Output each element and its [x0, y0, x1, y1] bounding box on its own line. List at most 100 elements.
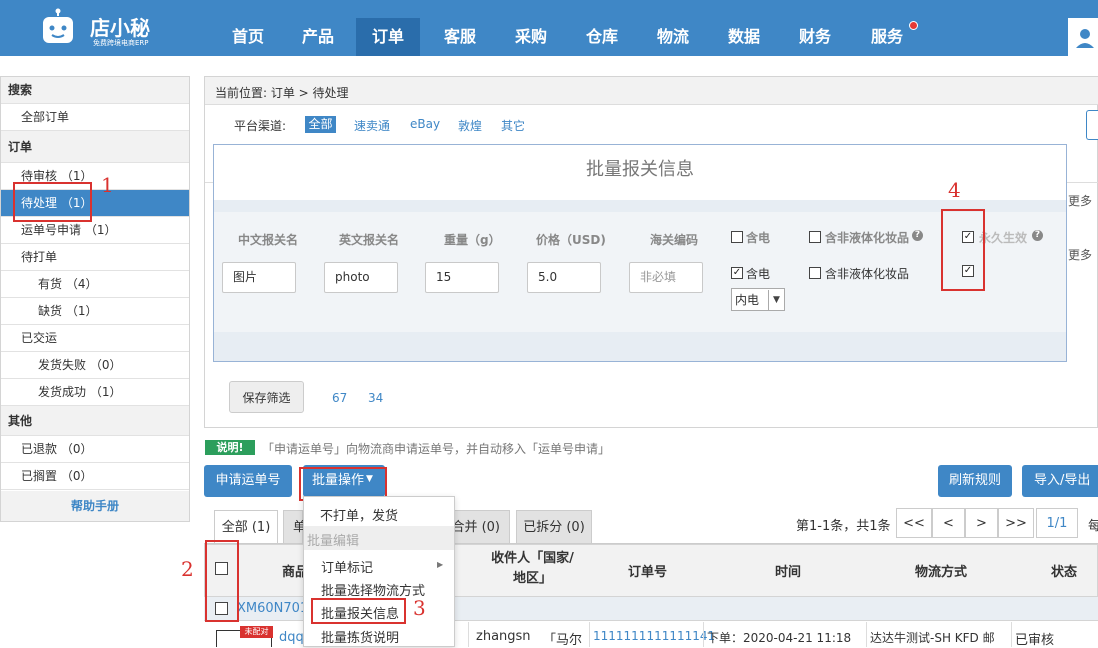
page-indicator[interactable]: 1/1 [1036, 508, 1078, 538]
header-en-name: 英文报关名 [339, 233, 400, 247]
header-hs-code: 海关编码 [650, 233, 699, 247]
help-icon[interactable]: ? [912, 230, 923, 241]
platform-option-other[interactable]: 其它 [501, 117, 525, 134]
weight-input[interactable]: 15 [425, 262, 499, 293]
divider [205, 182, 213, 183]
header-permanent: 永久生效 [979, 231, 1028, 245]
header-cn-name: 中文报关名 [238, 233, 299, 247]
nav-home[interactable]: 首页 [216, 18, 280, 56]
battery-type-value: 内电 [735, 293, 760, 307]
header-battery: 含电 [746, 231, 771, 245]
annotation-box-2 [205, 540, 239, 622]
sidebar-item-to-print[interactable]: 待打单 [1, 244, 189, 271]
logo-robot-icon[interactable] [40, 8, 76, 46]
help-icon[interactable]: ? [1032, 230, 1043, 241]
liquid-checkbox[interactable] [809, 267, 821, 279]
en-name-input[interactable]: photo [324, 262, 398, 293]
user-avatar-button[interactable] [1068, 18, 1098, 56]
page-prev-button[interactable]: < [932, 508, 965, 538]
sidebar-item-all-orders[interactable]: 全部订单 [1, 104, 189, 131]
sidebar-item-out-of-stock[interactable]: 缺货 （1） [1, 298, 189, 325]
more-dropdown-1[interactable]: 更多 [1068, 192, 1092, 209]
order-number-link[interactable]: 1111111111111141 [593, 629, 715, 643]
cn-name-input[interactable]: 图片 [222, 262, 296, 293]
sidebar-item-in-stock[interactable]: 有货 （4） [1, 271, 189, 298]
nav-warehouse[interactable]: 仓库 [570, 18, 634, 56]
notification-dot-icon [909, 21, 918, 30]
annotation-box-4 [941, 209, 985, 291]
saved-filter-67[interactable]: 67 [332, 391, 347, 405]
nav-products[interactable]: 产品 [286, 18, 350, 56]
nav-orders[interactable]: 订单 [356, 18, 420, 56]
col-shipping: 物流方式 [915, 565, 968, 580]
sidebar-head-other: 其他 [1, 406, 189, 436]
annotation-number-2: 2 [181, 557, 194, 581]
header-battery-checkbox[interactable] [731, 231, 743, 243]
recipient-country: 「马尔 [543, 633, 583, 648]
tab-split[interactable]: 已拆分 (0) [516, 510, 592, 543]
right-edge-button[interactable] [1086, 110, 1098, 140]
page-next-button[interactable]: > [965, 508, 998, 538]
platform-label: 平台渠道: [234, 119, 287, 133]
product-sku-link[interactable]: dqq [279, 630, 304, 645]
cell-divider [1011, 622, 1012, 647]
header-price: 价格（USD) [536, 233, 606, 247]
menu-item-no-print-ship[interactable]: 不打单，发货 [320, 505, 398, 524]
nav-data[interactable]: 数据 [712, 18, 776, 56]
sidebar-item-ship-success[interactable]: 发货成功 （1） [1, 379, 189, 406]
sidebar-item-ship-failed[interactable]: 发货失败 （0） [1, 352, 189, 379]
menu-section-batch-edit: 批量编辑 [307, 534, 360, 549]
platform-option-all[interactable]: 全部 [305, 116, 336, 133]
pagination-summary: 第1-1条，共1条 [796, 519, 891, 534]
header-weight: 重量（g） [444, 233, 501, 247]
apply-waybill-button[interactable]: 申请运单号 [204, 465, 292, 497]
battery-checkbox[interactable]: ✓ [731, 267, 743, 279]
annotation-box-1 [13, 182, 92, 222]
modal-title: 批量报关信息 [586, 159, 694, 180]
nav-logistics[interactable]: 物流 [641, 18, 705, 56]
chevron-down-icon: ▼ [768, 290, 784, 310]
platform-option-ebay[interactable]: eBay [410, 117, 440, 131]
platform-option-dhgate[interactable]: 敦煌 [458, 117, 482, 134]
sidebar-item-refunded[interactable]: 已退款 （0） [1, 436, 189, 463]
header-liquid-checkbox[interactable] [809, 231, 821, 243]
hs-code-input[interactable]: 非必填 [629, 262, 703, 293]
menu-item-batch-picking[interactable]: 批量拣货说明 [321, 627, 399, 646]
battery-label: 含电 [746, 267, 771, 281]
menu-item-batch-logistics[interactable]: 批量选择物流方式 [321, 580, 425, 599]
page-first-button[interactable]: << [896, 508, 932, 538]
nav-service[interactable]: 客服 [428, 18, 492, 56]
more-dropdown-2[interactable]: 更多 [1068, 246, 1092, 263]
order-status: 已审核 [1015, 633, 1055, 648]
nav-finance[interactable]: 财务 [783, 18, 847, 56]
col-status: 状态 [1051, 565, 1078, 580]
cell-divider [703, 622, 704, 647]
sidebar-item-on-hold[interactable]: 已搁置 （0） [1, 463, 189, 490]
brand-name: 店小秘 [90, 16, 150, 40]
tab-all[interactable]: 全部 (1) [214, 510, 278, 543]
platform-option-aliexpress[interactable]: 速卖通 [354, 117, 390, 134]
refresh-rules-button[interactable]: 刷新规则 [938, 465, 1012, 497]
header-liquid: 含非液体化妆品 [825, 231, 910, 245]
col-recipient: 收件人「国家/地区」 [491, 551, 574, 586]
page-last-button[interactable]: >> [998, 508, 1034, 538]
sidebar-item-shipped[interactable]: 已交运 [1, 325, 189, 352]
divider [1067, 182, 1098, 183]
save-filter-button[interactable]: 保存筛选 [229, 381, 304, 413]
cell-divider [866, 622, 867, 647]
col-time: 时间 [775, 565, 802, 580]
cell-divider [589, 622, 590, 647]
nav-purchase[interactable]: 采购 [499, 18, 563, 56]
shipping-method: 达达牛测试-SH KFD 邮 [870, 631, 995, 645]
unpaired-badge: 未配对 [240, 626, 273, 638]
annotation-number-3: 3 [413, 596, 426, 620]
import-export-button[interactable]: 导入/导出 [1022, 465, 1098, 497]
saved-filter-34[interactable]: 34 [368, 391, 383, 405]
cell-divider [468, 622, 469, 647]
tab-single[interactable]: 单 [283, 510, 306, 543]
menu-item-order-mark[interactable]: 订单标记 [321, 557, 373, 576]
order-time: 下单：2020-04-21 11:18 [707, 631, 852, 645]
modal-separator [214, 200, 1066, 212]
price-input[interactable]: 5.0 [527, 262, 601, 293]
sidebar-help-link[interactable]: 帮助手册 [1, 491, 189, 521]
